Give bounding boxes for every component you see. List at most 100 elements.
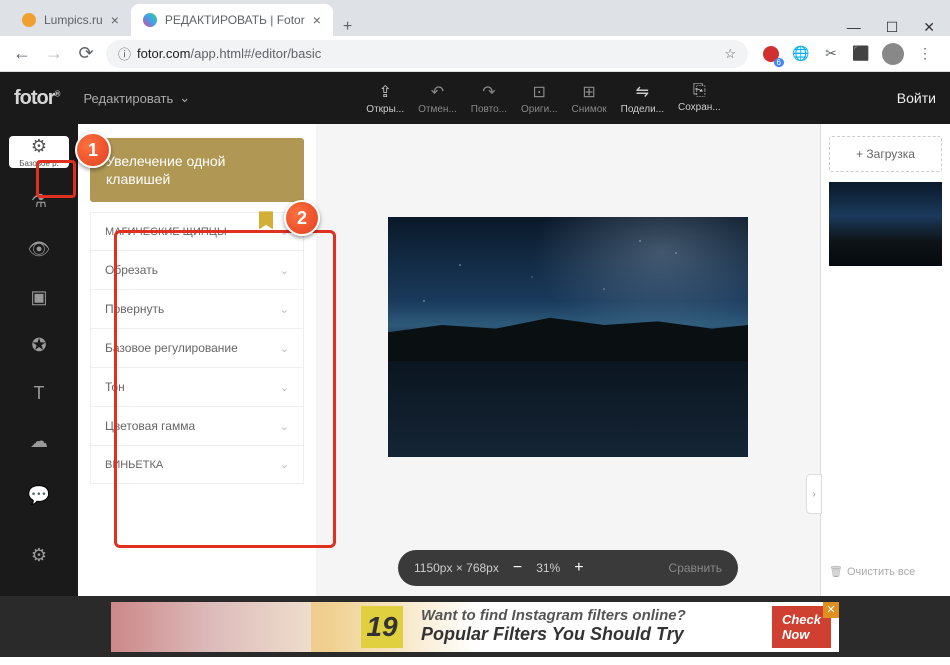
gear-icon: ⚙ bbox=[31, 545, 47, 566]
favicon-fotor bbox=[143, 13, 157, 27]
original-button[interactable]: ⊡Ориги... bbox=[521, 82, 558, 115]
globe-icon[interactable]: 🌐 bbox=[792, 45, 810, 63]
close-icon[interactable]: × bbox=[313, 12, 321, 28]
rail-basic[interactable]: ⚙Базовое р. bbox=[9, 136, 69, 168]
rail-beauty[interactable]: 👁 bbox=[9, 234, 69, 264]
new-tab-button[interactable]: + bbox=[333, 18, 362, 36]
chevron-down-icon: ⌄ bbox=[280, 381, 289, 394]
star-icon: ✪ bbox=[31, 335, 46, 356]
text-icon: T bbox=[34, 383, 45, 404]
acc-basic-adjust[interactable]: Базовое регулирование⌄ bbox=[91, 329, 303, 368]
window-maximize[interactable]: ☐ bbox=[886, 19, 899, 36]
address-bar: ← → ⟳ ⓘ fotor.com /app.html#/editor/basi… bbox=[0, 36, 950, 72]
acc-crop[interactable]: Обрезать⌄ bbox=[91, 251, 303, 290]
window-minimize[interactable]: — bbox=[847, 19, 861, 36]
tab-title: Lumpics.ru bbox=[44, 13, 103, 27]
thumbnails bbox=[829, 182, 942, 549]
tab-lumpics[interactable]: Lumpics.ru × bbox=[10, 4, 131, 36]
cloud-icon: ☁ bbox=[30, 431, 48, 452]
collapse-panel-button[interactable]: › bbox=[806, 474, 822, 514]
acc-magic[interactable]: МАГИЧЕСКИЕ ЩИПЦЫ ⌄ bbox=[91, 213, 303, 251]
thumbnail[interactable] bbox=[829, 182, 942, 266]
right-panel: + Загрузка 🗑 Очистить все bbox=[820, 124, 950, 596]
chevron-down-icon: ⌄ bbox=[280, 303, 289, 316]
adblock-icon[interactable]: 6 bbox=[762, 45, 780, 63]
edited-image[interactable] bbox=[388, 217, 748, 457]
window-close[interactable]: ✕ bbox=[923, 19, 935, 36]
site-info-icon[interactable]: ⓘ bbox=[118, 44, 131, 63]
zoom-in-button[interactable]: + bbox=[574, 559, 583, 577]
basic-panel: Увелечение одной клавишей МАГИЧЕСКИЕ ЩИП… bbox=[78, 124, 316, 596]
one-tap-enhance[interactable]: Увелечение одной клавишей bbox=[90, 138, 304, 202]
save-icon: ⎘ bbox=[693, 82, 706, 100]
flask-icon: ⚗ bbox=[31, 191, 47, 212]
login-button[interactable]: Войти bbox=[897, 90, 936, 106]
menu-icon[interactable]: ⋮ bbox=[916, 45, 934, 63]
chat-icon: 💬 bbox=[28, 485, 50, 506]
chevron-down-icon: ⌄ bbox=[179, 90, 190, 106]
zoom-percent: 31% bbox=[536, 561, 560, 575]
redo-icon: ↷ bbox=[482, 82, 495, 102]
save-button[interactable]: ⎘Сохран... bbox=[678, 82, 721, 115]
canvas-area: 1150px × 768px − 31% + Сравнить bbox=[316, 124, 820, 596]
undo-icon: ↶ bbox=[431, 82, 444, 102]
acc-vignette[interactable]: ВИНЬЕТКА⌄ bbox=[91, 446, 303, 483]
eye-icon: 👁 bbox=[28, 239, 51, 260]
chevron-down-icon: ⌄ bbox=[280, 264, 289, 277]
ad-bar: 19 Want to find Instagram filters online… bbox=[0, 596, 950, 657]
rail-text[interactable]: T bbox=[9, 378, 69, 408]
trash-icon: 🗑 bbox=[829, 565, 843, 578]
upload-button[interactable]: + Загрузка bbox=[829, 136, 942, 172]
rail-frames[interactable]: ▣ bbox=[9, 282, 69, 312]
rail-cloud[interactable]: ☁ bbox=[9, 426, 69, 456]
mode-dropdown[interactable]: Редактировать ⌄ bbox=[83, 90, 190, 106]
frame-icon: ▣ bbox=[30, 287, 47, 308]
url-input[interactable]: ⓘ fotor.com /app.html#/editor/basic ☆ bbox=[106, 40, 748, 68]
snapshot-icon: ⊞ bbox=[582, 82, 595, 102]
rail-effects[interactable]: ⚗ bbox=[9, 186, 69, 216]
compare-button[interactable]: Сравнить bbox=[669, 561, 722, 575]
sliders-icon: ⚙ bbox=[31, 136, 47, 157]
chevron-down-icon: ⌄ bbox=[280, 458, 289, 471]
clear-all-button[interactable]: 🗑 Очистить все bbox=[829, 559, 942, 584]
back-button[interactable]: ← bbox=[10, 43, 34, 64]
rail-help[interactable]: 💬 bbox=[9, 474, 69, 516]
image-dimensions: 1150px × 768px bbox=[414, 561, 499, 575]
acc-rotate[interactable]: Повернуть⌄ bbox=[91, 290, 303, 329]
undo-button[interactable]: ↶Отмен... bbox=[418, 82, 457, 115]
bookmark-star-icon[interactable]: ☆ bbox=[724, 46, 736, 62]
ad-close-button[interactable]: ✕ bbox=[823, 602, 839, 618]
url-path: /app.html#/editor/basic bbox=[190, 46, 321, 61]
ad-number: 19 bbox=[361, 606, 403, 648]
share-icon: ⇋ bbox=[636, 82, 649, 102]
reload-button[interactable]: ⟳ bbox=[74, 43, 98, 64]
share-button[interactable]: ⇋Подели... bbox=[621, 82, 664, 115]
left-rail: ⚙Базовое р. ⚗ 👁 ▣ ✪ T ☁ 💬 ⚙ bbox=[0, 124, 78, 596]
tutorial-callout-1: 1 bbox=[75, 132, 111, 168]
forward-button[interactable]: → bbox=[42, 43, 66, 64]
extension-icon[interactable]: ⬛ bbox=[852, 45, 870, 63]
snapshot-button[interactable]: ⊞Снимок bbox=[572, 82, 607, 115]
favicon-lumpics bbox=[22, 13, 36, 27]
ad-image bbox=[111, 602, 311, 652]
acc-color[interactable]: Цветовая гамма⌄ bbox=[91, 407, 303, 446]
acc-tone[interactable]: Тон⌄ bbox=[91, 368, 303, 407]
chevron-down-icon: ⌄ bbox=[280, 342, 289, 355]
rail-settings[interactable]: ⚙ bbox=[9, 534, 69, 576]
fotor-logo[interactable]: fotor® bbox=[14, 87, 59, 110]
main-area: ⚙Базовое р. ⚗ 👁 ▣ ✪ T ☁ 💬 ⚙ Увелечение о… bbox=[0, 124, 950, 596]
app-toolbar: fotor® Редактировать ⌄ ⇪Откры... ↶Отмен.… bbox=[0, 72, 950, 124]
rail-stickers[interactable]: ✪ bbox=[9, 330, 69, 360]
tab-fotor[interactable]: РЕДАКТИРОВАТЬ | Fotor × bbox=[131, 4, 333, 36]
mode-label: Редактировать bbox=[83, 91, 173, 106]
open-button[interactable]: ⇪Откры... bbox=[366, 82, 404, 115]
screenshot-icon[interactable]: ✂ bbox=[822, 45, 840, 63]
zoom-bar: 1150px × 768px − 31% + Сравнить bbox=[398, 550, 738, 586]
accordion: МАГИЧЕСКИЕ ЩИПЦЫ ⌄ Обрезать⌄ Повернуть⌄ … bbox=[90, 212, 304, 484]
ad-banner[interactable]: 19 Want to find Instagram filters online… bbox=[111, 602, 839, 652]
close-icon[interactable]: × bbox=[111, 12, 119, 28]
redo-button[interactable]: ↷Повто... bbox=[471, 82, 507, 115]
profile-avatar[interactable] bbox=[882, 43, 904, 65]
chevron-down-icon: ⌄ bbox=[280, 420, 289, 433]
zoom-out-button[interactable]: − bbox=[513, 559, 522, 577]
